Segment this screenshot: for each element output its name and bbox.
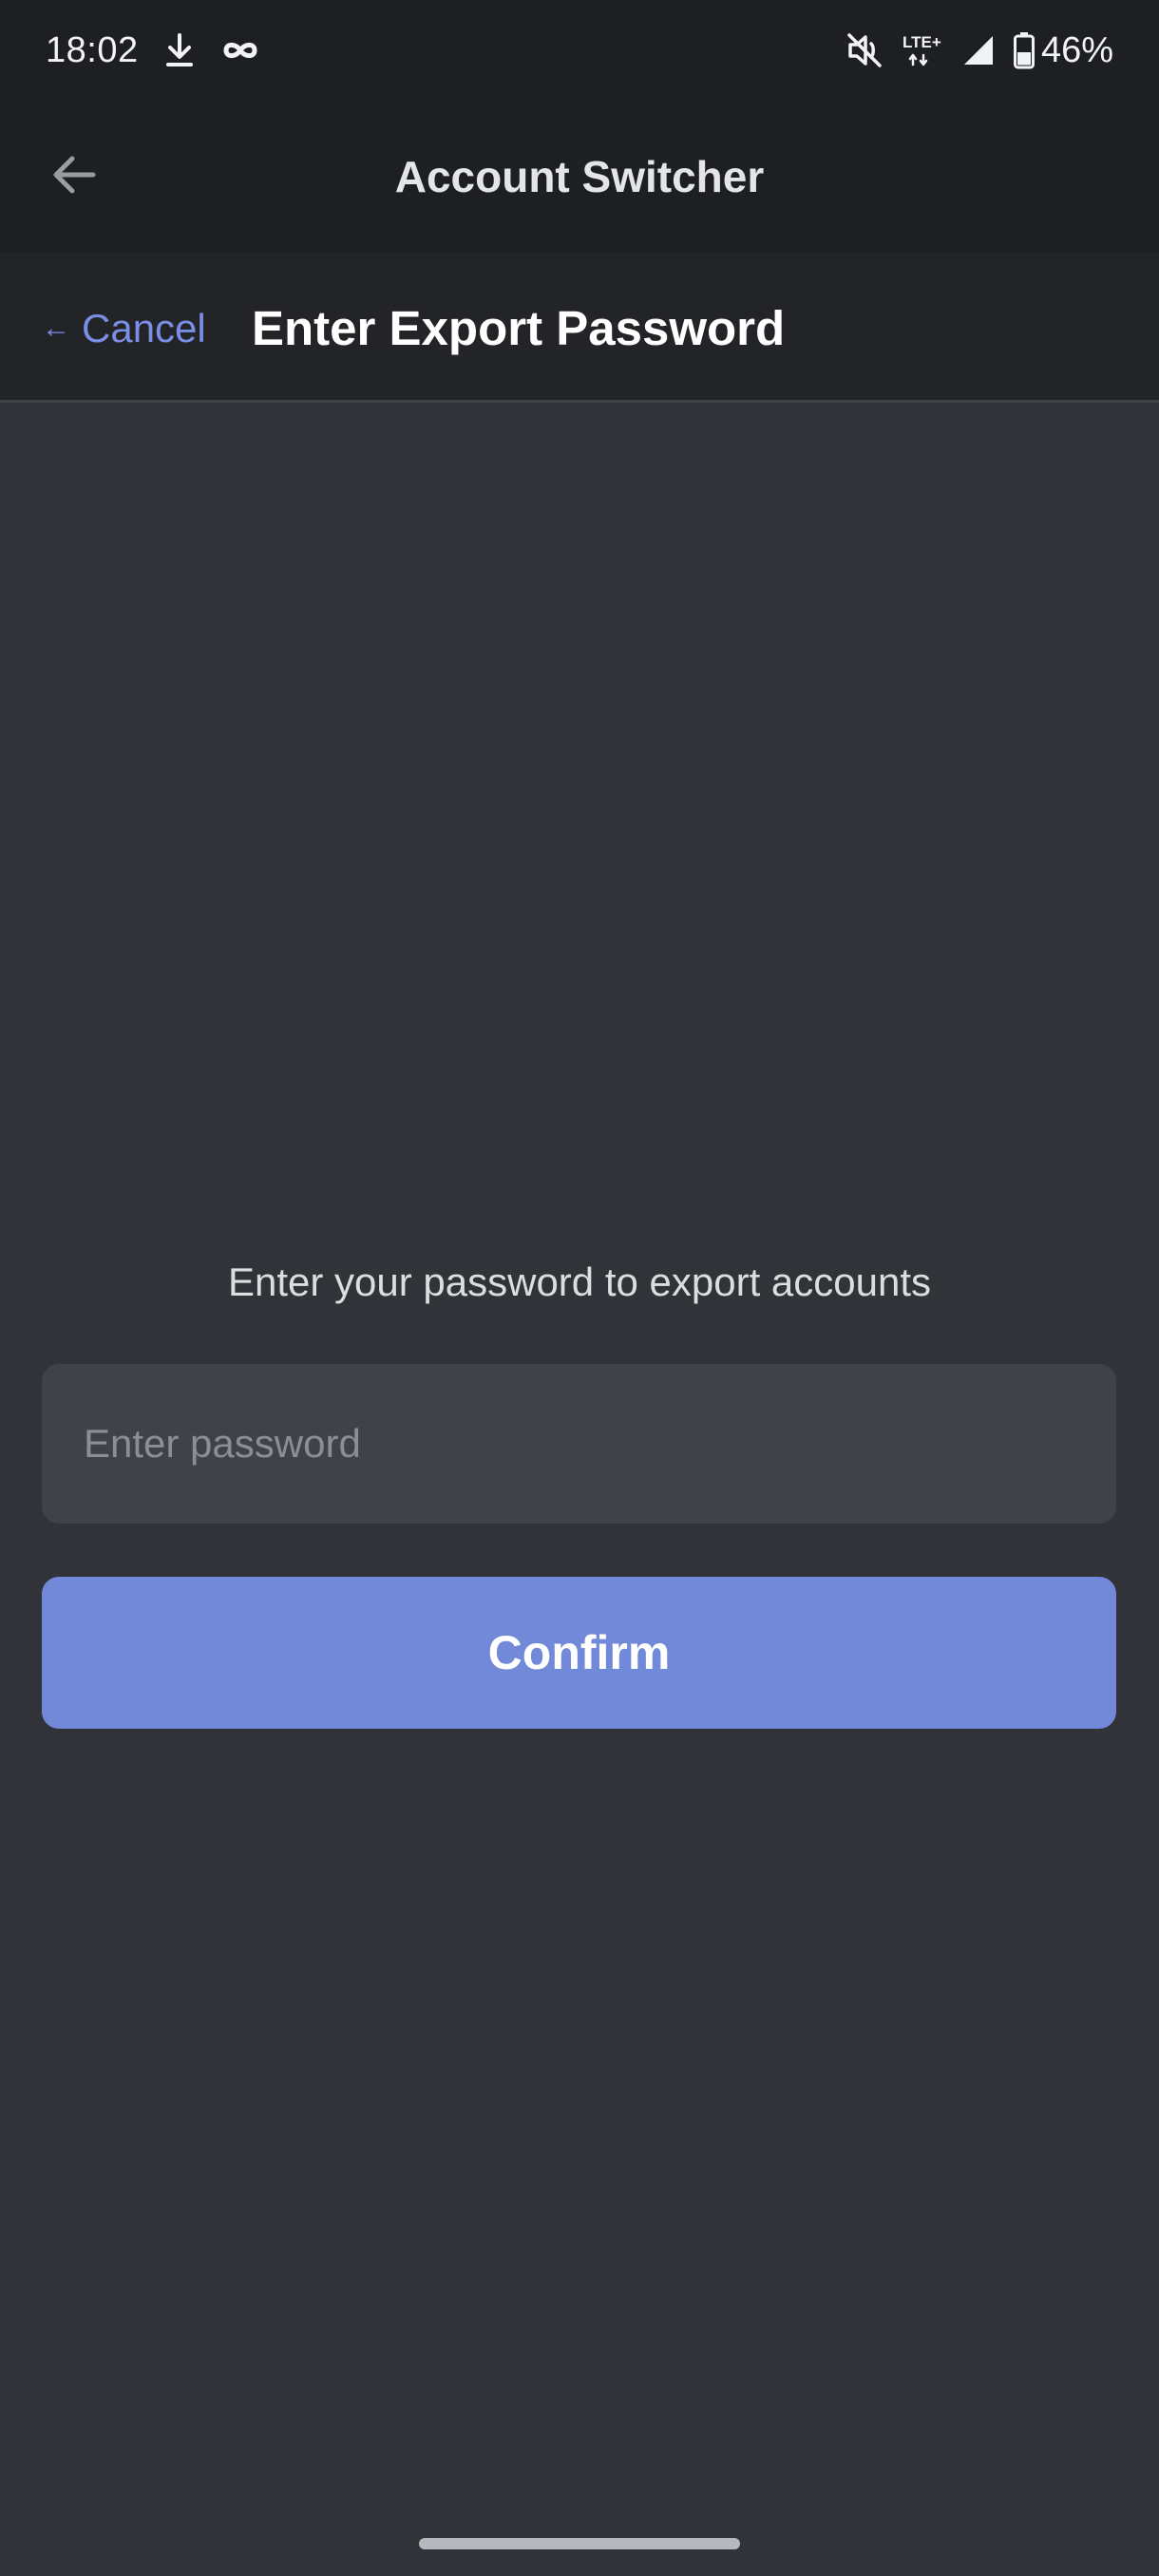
arrow-left-small-icon: ←	[42, 313, 70, 344]
home-indicator[interactable]	[419, 2538, 740, 2549]
back-button[interactable]	[38, 139, 110, 211]
battery-percent: 46%	[1040, 29, 1113, 70]
battery-icon	[1013, 31, 1036, 69]
status-bar: 18:02 LTE+ 46%	[0, 0, 1159, 101]
screen: 18:02 LTE+ 46% Account Switcher ← Cancel…	[0, 0, 1159, 2576]
password-input[interactable]	[42, 1364, 1116, 1524]
lte-icon: LTE+	[901, 31, 944, 69]
status-right: LTE+ 46%	[846, 30, 1113, 71]
status-left: 18:02	[46, 30, 260, 71]
export-prompt: Enter your password to export accounts	[227, 1260, 932, 1304]
cancel-button[interactable]: ← Cancel	[42, 291, 206, 367]
cancel-label: Cancel	[82, 306, 206, 350]
confirm-button[interactable]: Confirm	[42, 1577, 1116, 1729]
app-title: Account Switcher	[394, 152, 765, 201]
app-bar: Account Switcher	[0, 101, 1159, 253]
header: ← Cancel Enter Export Password	[0, 253, 1159, 403]
infinity-icon	[220, 38, 260, 63]
download-icon	[163, 31, 196, 69]
status-time: 18:02	[46, 29, 139, 70]
arrow-left-icon	[53, 156, 96, 194]
network-label: LTE+	[902, 33, 941, 51]
signal-icon	[961, 33, 996, 67]
header-title: Enter Export Password	[252, 300, 786, 355]
mute-icon	[846, 32, 884, 68]
